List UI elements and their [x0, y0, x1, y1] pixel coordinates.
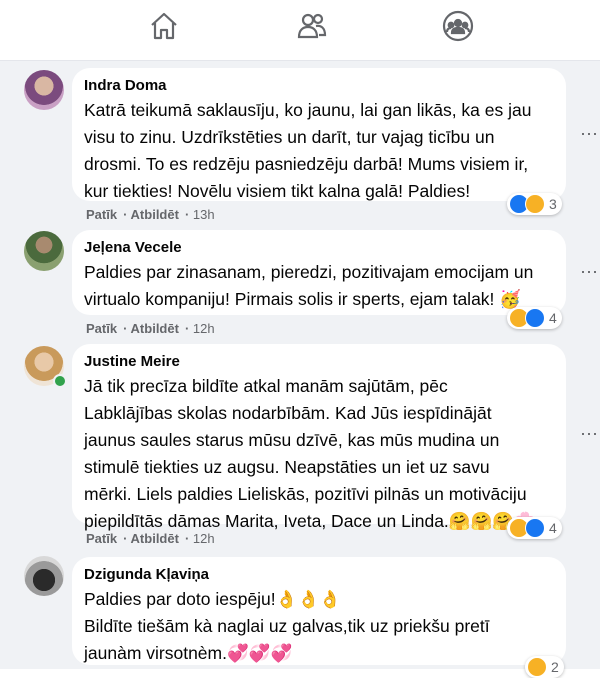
like-button[interactable]: Patīk: [86, 531, 117, 546]
comment-actions: Patīk · Atbildēt · 13h: [86, 207, 215, 222]
reaction-count: 3: [549, 196, 557, 212]
comment-timestamp[interactable]: 13h: [193, 207, 215, 222]
more-options-icon[interactable]: ⋯: [580, 124, 599, 145]
comment-author[interactable]: Dzigunda Kļaviņa: [84, 565, 554, 584]
comment-actions: Patīk · Atbildēt · 12h: [86, 531, 215, 546]
like-button[interactable]: Patīk: [86, 321, 117, 336]
comment-bubble: Dzigunda Kļaviņa Paldies par doto iespēj…: [72, 557, 566, 665]
care-reaction-icon: [525, 194, 545, 214]
home-icon[interactable]: [144, 9, 184, 43]
comment-text: Jā tik precīza bildīte atkal manām sajūt…: [84, 376, 536, 531]
comment-author[interactable]: Indra Doma: [84, 76, 554, 95]
comment-author[interactable]: Jeļena Vecele: [84, 238, 554, 257]
reaction-summary[interactable]: 4: [507, 517, 562, 539]
like-button[interactable]: Patīk: [86, 207, 117, 222]
reaction-summary[interactable]: 2: [525, 656, 564, 678]
avatar[interactable]: [24, 70, 64, 110]
more-options-icon[interactable]: ⋯: [580, 262, 599, 283]
comment-actions: Patīk · Atbildēt · 12h: [86, 321, 215, 336]
groups-icon[interactable]: [438, 9, 478, 43]
reply-button[interactable]: Atbildēt: [131, 531, 179, 546]
comment-author[interactable]: Justine Meire: [84, 352, 554, 371]
comment-bubble: Jeļena Vecele Paldies par zinasanam, pie…: [72, 230, 566, 315]
comment-timestamp[interactable]: 12h: [193, 321, 215, 336]
comment-bubble: Justine Meire Jā tik precīza bildīte atk…: [72, 344, 566, 531]
like-reaction-icon: [525, 308, 545, 328]
reaction-count: 4: [549, 520, 557, 536]
top-navigation-bar: [0, 0, 600, 61]
reaction-summary[interactable]: 3: [507, 193, 562, 215]
avatar[interactable]: [24, 231, 64, 271]
comment-text: Katrā teikumā saklausīju, ko jaunu, lai …: [84, 100, 532, 201]
more-options-icon[interactable]: ⋯: [580, 424, 599, 445]
reaction-count: 2: [551, 659, 559, 675]
friends-icon[interactable]: [292, 9, 332, 43]
reply-button[interactable]: Atbildēt: [131, 321, 179, 336]
like-reaction-icon: [525, 518, 545, 538]
reply-button[interactable]: Atbildēt: [131, 207, 179, 222]
reaction-summary[interactable]: 4: [507, 307, 562, 329]
online-status-indicator: [53, 374, 67, 388]
comment-text: Paldies par doto iespēju!👌👌👌 Bildīte tie…: [84, 589, 490, 663]
avatar[interactable]: [24, 556, 64, 596]
comment-timestamp[interactable]: 12h: [193, 531, 215, 546]
comment-bubble: Indra Doma Katrā teikumā saklausīju, ko …: [72, 68, 566, 201]
care-reaction-icon: [527, 657, 547, 677]
comment-text: Paldies par zinasanam, pieredzi, pozitiv…: [84, 262, 534, 309]
reaction-count: 4: [549, 310, 557, 326]
